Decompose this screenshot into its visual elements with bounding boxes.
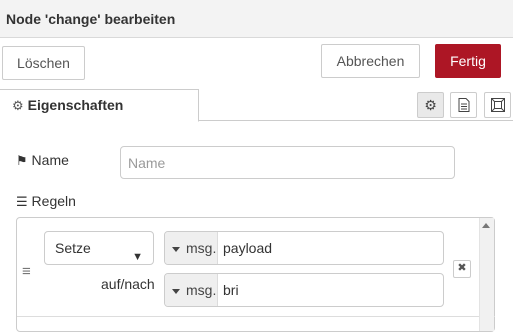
name-label: ⚑ Name [16, 152, 69, 168]
caret-down-icon [172, 288, 180, 294]
remove-rule-button[interactable]: ✖ [453, 260, 471, 278]
close-icon: ✖ [457, 262, 467, 274]
tab-bar: ⚙ Eigenschaften ⚙ [0, 86, 513, 122]
rule-action-value: Setze [55, 240, 91, 256]
rule-action-select[interactable]: Setze ▼ [44, 231, 154, 265]
rules-label: ☰ Regeln [16, 193, 76, 209]
appearance-tab-button[interactable] [484, 92, 511, 118]
type-selector[interactable]: msg. [165, 274, 218, 306]
scroll-up-arrow-icon[interactable] [482, 223, 490, 228]
drag-handle-icon[interactable]: ≡ [22, 263, 31, 280]
row-divider [17, 316, 495, 317]
frame-icon [490, 98, 505, 112]
chevron-down-icon: ▼ [132, 251, 143, 263]
document-icon [458, 98, 469, 112]
dialog-title: Node 'change' bearbeiten [0, 0, 513, 38]
properties-tab-button[interactable]: ⚙ [417, 92, 444, 118]
tab-label: Eigenschaften [27, 97, 124, 113]
gear-icon: ⚙ [424, 96, 437, 113]
done-button[interactable]: Fertig [435, 44, 501, 78]
description-tab-button[interactable] [450, 92, 477, 118]
to-label: auf/nach [101, 276, 155, 292]
cancel-button[interactable]: Abbrechen [321, 44, 420, 78]
rule-target-value[interactable]: payload [223, 232, 272, 264]
list-icon: ☰ [16, 194, 28, 209]
type-selector[interactable]: msg. [165, 232, 218, 264]
caret-down-icon [172, 246, 180, 252]
name-input[interactable] [120, 146, 455, 179]
gear-icon: ⚙ [12, 98, 24, 113]
tag-icon: ⚑ [16, 153, 28, 168]
rule-target-input[interactable]: msg. payload [164, 231, 444, 265]
rule-source-input[interactable]: msg. bri [164, 273, 444, 307]
tab-properties[interactable]: ⚙ Eigenschaften [0, 89, 199, 122]
rule-source-value[interactable]: bri [223, 274, 239, 306]
rules-scrollbar[interactable] [479, 218, 494, 331]
delete-button[interactable]: Löschen [2, 46, 85, 80]
